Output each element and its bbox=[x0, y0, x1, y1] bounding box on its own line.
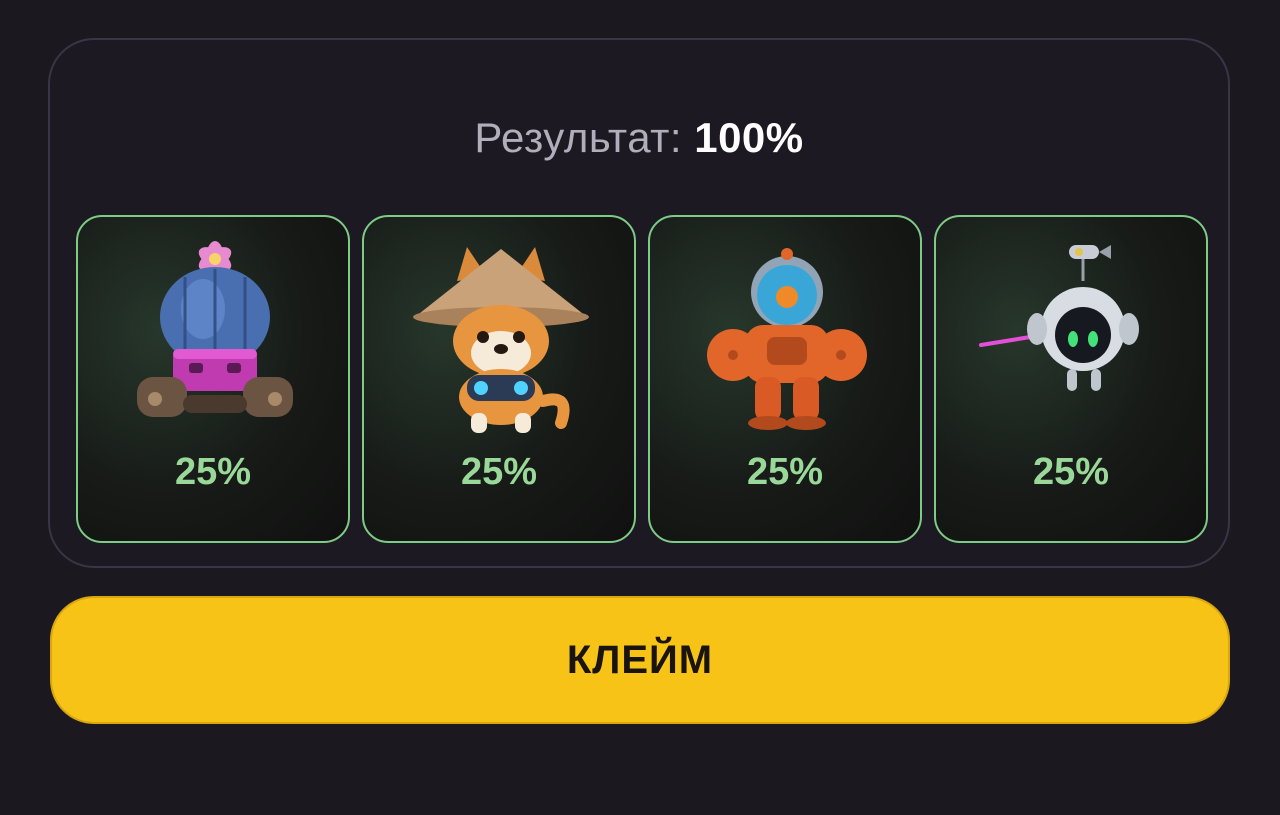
card-percent: 25% bbox=[460, 451, 538, 493]
claim-button[interactable]: КЛЕЙМ bbox=[50, 596, 1230, 724]
card-drone[interactable]: 25% bbox=[934, 215, 1208, 543]
result-line: Результат: 100% bbox=[50, 114, 1228, 162]
drone-bot-icon bbox=[979, 245, 1139, 391]
result-label: Результат: bbox=[474, 114, 683, 161]
orange-robot-icon bbox=[707, 248, 867, 430]
card-cactus[interactable]: 25% bbox=[76, 215, 350, 543]
result-panel: Результат: 100% 25% 25% 25% 25% bbox=[48, 38, 1230, 568]
card-percent: 25% bbox=[746, 451, 824, 493]
card-shiba[interactable]: 25% bbox=[362, 215, 636, 543]
card-percent: 25% bbox=[1032, 451, 1110, 493]
result-value: 100% bbox=[694, 114, 804, 161]
card-percent: 25% bbox=[174, 451, 252, 493]
shiba-dog-icon bbox=[413, 247, 589, 433]
card-robot[interactable]: 25% bbox=[648, 215, 922, 543]
cactus-tank-icon bbox=[137, 241, 293, 417]
